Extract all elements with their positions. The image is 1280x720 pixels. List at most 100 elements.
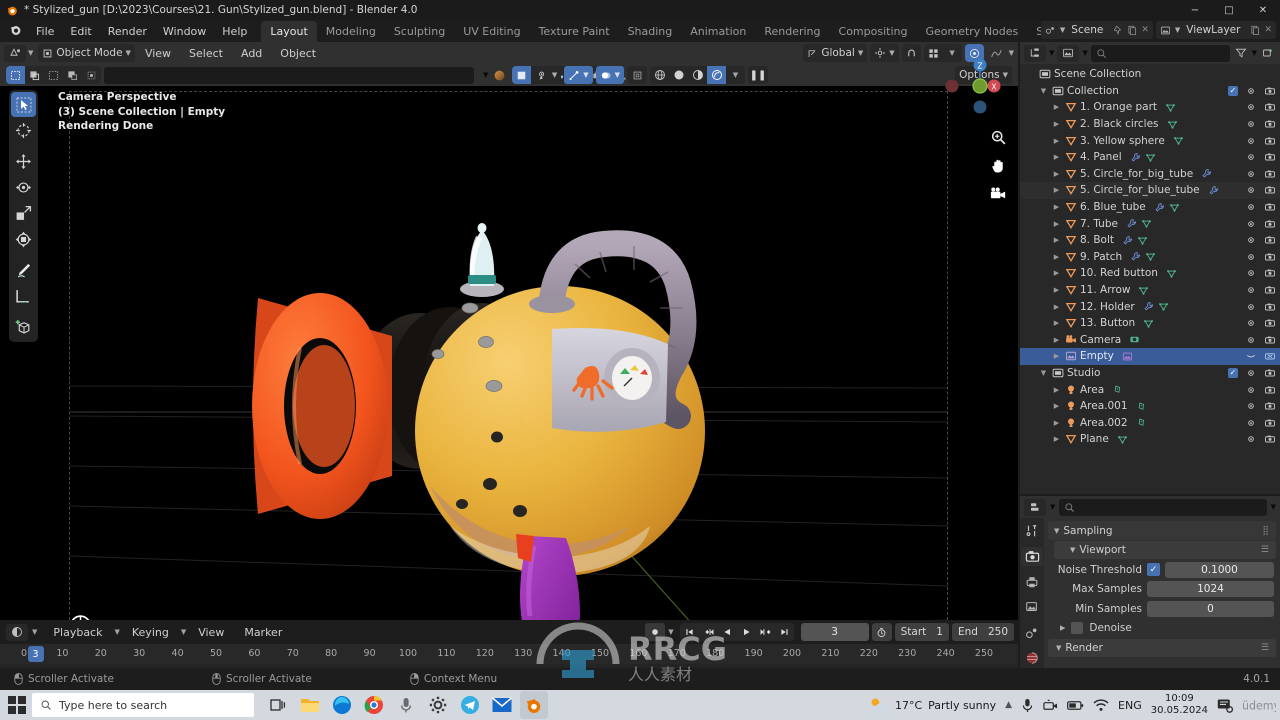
annotate-tool-icon[interactable] bbox=[11, 258, 36, 283]
move-tool-icon[interactable] bbox=[11, 149, 36, 174]
outliner-row[interactable]: ▶ 3. Yellow sphere bbox=[1020, 132, 1280, 149]
chrome-browser-icon[interactable] bbox=[360, 691, 388, 719]
eye-visibility-icon[interactable] bbox=[1245, 350, 1257, 362]
outliner-row[interactable]: ▶ 5. Circle_for_big_tube bbox=[1020, 166, 1280, 183]
expand-right-icon[interactable]: ▶ bbox=[1050, 352, 1063, 360]
eye-visibility-icon[interactable] bbox=[1245, 135, 1257, 147]
start-frame-field[interactable]: Start 1 bbox=[894, 623, 949, 641]
pivot-point-selector[interactable]: ▼ bbox=[870, 44, 899, 62]
timeline-playhead[interactable]: 3 bbox=[27, 646, 44, 662]
camera-render-icon[interactable] bbox=[1264, 201, 1276, 213]
display-mode-selector[interactable] bbox=[1057, 44, 1080, 62]
wireframe-shading-icon[interactable] bbox=[650, 66, 669, 84]
previous-keyframe-icon[interactable] bbox=[699, 623, 718, 641]
expand-right-icon[interactable]: ▶ bbox=[1050, 336, 1063, 344]
outliner-tree[interactable]: Scene Collection ▼ Collection ✓ ▶ 1. Orange p… bbox=[1020, 64, 1280, 448]
eye-visibility-icon[interactable] bbox=[1245, 101, 1257, 113]
transform-tool-icon[interactable] bbox=[11, 227, 36, 252]
eye-visibility-icon[interactable] bbox=[1245, 218, 1257, 230]
end-frame-field[interactable]: End 250 bbox=[951, 623, 1014, 641]
expand-right-icon[interactable]: ▶ bbox=[1050, 103, 1063, 111]
use-preview-range-icon[interactable] bbox=[871, 623, 892, 641]
cursor-tool-icon[interactable] bbox=[11, 118, 36, 143]
tab-uv-editing[interactable]: UV Editing bbox=[454, 21, 529, 42]
timeline-menu-playback[interactable]: Playback bbox=[45, 623, 110, 642]
weather-widget[interactable]: 17°C Partly sunny bbox=[869, 696, 996, 714]
transform-orientation-selector[interactable]: Global ▼ bbox=[803, 44, 868, 62]
render-tab-icon[interactable] bbox=[1021, 546, 1043, 566]
camera-render-icon[interactable] bbox=[1264, 251, 1276, 263]
denoise-checkbox[interactable] bbox=[1071, 622, 1084, 634]
remove-scene-icon[interactable]: ✕ bbox=[1141, 25, 1149, 35]
timeline-ruler[interactable]: 0 10 20 30 40 50 60 70 80 90 100 110 120 130 140 150 160… bbox=[0, 644, 1018, 664]
outliner-editor-type-selector[interactable] bbox=[1024, 44, 1046, 62]
expand-right-icon[interactable]: ▶ bbox=[1050, 286, 1063, 294]
camera-render-icon[interactable] bbox=[1264, 400, 1276, 412]
outliner-row[interactable]: ▶ 6. Blue_tube bbox=[1020, 199, 1280, 216]
outliner-row[interactable]: ▶ 7. Tube bbox=[1020, 215, 1280, 232]
expand-right-icon[interactable]: ▶ bbox=[1050, 170, 1063, 178]
select-invert-icon[interactable] bbox=[63, 66, 82, 84]
camera-render-icon[interactable] bbox=[1264, 101, 1276, 113]
measure-tool-icon[interactable] bbox=[11, 284, 36, 309]
new-viewlayer-icon[interactable] bbox=[1250, 25, 1260, 35]
outliner-row[interactable]: ▶ 13. Button bbox=[1020, 315, 1280, 332]
eye-visibility-icon[interactable] bbox=[1245, 168, 1257, 180]
topbar-blender-icon[interactable] bbox=[8, 23, 24, 40]
tab-modeling[interactable]: Modeling bbox=[317, 21, 385, 42]
scene-tab-icon[interactable] bbox=[1021, 623, 1043, 643]
eye-visibility-icon[interactable] bbox=[1245, 367, 1257, 379]
udemy-badge-icon[interactable]: üdemy bbox=[1242, 696, 1276, 714]
timeline-editor-type-selector[interactable] bbox=[6, 623, 28, 641]
tab-compositing[interactable]: Compositing bbox=[830, 21, 917, 42]
tab-geometry-nodes[interactable]: Geometry Nodes bbox=[916, 21, 1027, 42]
menu-render[interactable]: Render bbox=[100, 22, 155, 41]
viewlayer-selector[interactable]: ▼ ViewLayer ✕ bbox=[1155, 21, 1276, 39]
eye-visibility-icon[interactable] bbox=[1245, 284, 1257, 296]
object-mode-selector[interactable]: Object Mode ▼ bbox=[38, 44, 135, 62]
eye-visibility-icon[interactable] bbox=[1245, 317, 1257, 329]
tweak-select-tool-icon[interactable] bbox=[11, 92, 36, 117]
outliner-row[interactable]: ▶ 11. Arrow bbox=[1020, 282, 1280, 299]
filter-icon[interactable] bbox=[1233, 45, 1249, 61]
timeline-menu-view[interactable]: View bbox=[190, 623, 232, 642]
select-extend-icon[interactable] bbox=[25, 66, 44, 84]
expand-right-icon[interactable]: ▶ bbox=[1050, 220, 1063, 228]
mail-app-icon[interactable] bbox=[488, 691, 516, 719]
sampling-panel-header[interactable]: ▼ Sampling ⣿ bbox=[1048, 521, 1276, 540]
eye-visibility-icon[interactable] bbox=[1245, 301, 1257, 313]
expand-right-icon[interactable]: ▶ bbox=[1050, 153, 1063, 161]
eye-visibility-icon[interactable] bbox=[1245, 267, 1257, 279]
eye-visibility-icon[interactable] bbox=[1245, 433, 1257, 445]
expand-right-icon[interactable]: ▶ bbox=[1050, 203, 1063, 211]
solid-shading-icon[interactable] bbox=[669, 66, 688, 84]
min-samples-value[interactable]: 0 bbox=[1147, 600, 1274, 617]
tab-layout[interactable]: Layout bbox=[261, 20, 317, 42]
navigation-gizmo[interactable]: X Z bbox=[936, 50, 1006, 120]
new-scene-icon[interactable] bbox=[1127, 25, 1137, 35]
snap-magnet-icon[interactable] bbox=[902, 44, 921, 62]
viewport-preset-icon[interactable]: ☰ bbox=[1261, 545, 1270, 555]
outliner-row[interactable]: ▶ 5. Circle_for_blue_tube bbox=[1020, 182, 1280, 199]
close-button[interactable]: ✕ bbox=[1246, 0, 1280, 20]
camera-render-icon[interactable] bbox=[1264, 301, 1276, 313]
eye-visibility-icon[interactable] bbox=[1245, 184, 1257, 196]
camera-render-icon[interactable] bbox=[1264, 118, 1276, 130]
collection-checkbox[interactable]: ✓ bbox=[1228, 85, 1238, 96]
outliner-row[interactable]: ▶ Camera bbox=[1020, 332, 1280, 349]
wifi-icon[interactable] bbox=[1093, 698, 1109, 712]
expand-down-icon[interactable]: ▼ bbox=[1037, 87, 1050, 95]
camera-render-icon[interactable] bbox=[1264, 184, 1276, 196]
current-frame-field[interactable]: 3 bbox=[800, 623, 869, 641]
select-box-icon[interactable] bbox=[6, 66, 25, 84]
select-intersect-icon[interactable] bbox=[82, 66, 101, 84]
outliner-row[interactable]: ▶ 1. Orange part bbox=[1020, 99, 1280, 116]
pan-hand-icon[interactable] bbox=[989, 156, 1008, 175]
outliner-row[interactable]: ▶ Area bbox=[1020, 381, 1280, 398]
camera-render-icon[interactable] bbox=[1264, 317, 1276, 329]
menu-file[interactable]: File bbox=[28, 22, 62, 41]
visibility-selector[interactable]: ▼ bbox=[532, 66, 562, 84]
expand-right-icon[interactable]: ▶ bbox=[1050, 386, 1063, 394]
taskbar-search-input[interactable]: Type here to search bbox=[32, 693, 254, 717]
expand-right-icon[interactable]: ▶ bbox=[1050, 319, 1063, 327]
